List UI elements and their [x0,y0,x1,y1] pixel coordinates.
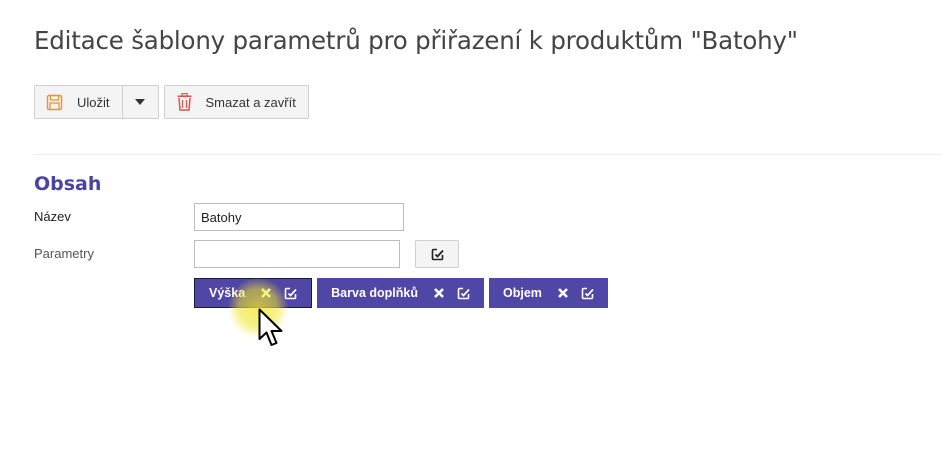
section-title: Obsah [34,173,102,195]
trash-icon [177,93,192,111]
close-icon[interactable] [434,288,444,298]
caret-down-icon [135,99,146,105]
name-input[interactable] [194,203,404,231]
floppy-disk-icon [46,94,63,111]
edit-icon[interactable] [284,287,297,300]
parameters-input[interactable] [194,240,400,268]
close-icon[interactable] [557,288,568,298]
page-title: Editace šablony parametrů pro přiřazení … [34,26,798,55]
edit-icon [431,248,444,261]
tag-label: Výška [209,286,246,300]
parameter-tag-vyska[interactable]: Výška [194,278,313,308]
close-icon[interactable] [261,288,272,298]
tag-label: Objem [502,286,542,300]
edit-parameters-button[interactable] [415,240,459,268]
parameters-label: Parametry [34,246,94,261]
parameter-tag-barva-doplnku[interactable]: Barva doplňků [317,278,484,308]
save-options-dropdown[interactable] [122,86,158,118]
name-label: Název [34,209,71,224]
save-button-label: Uložit [77,94,110,110]
toolbar: Uložit Smazat a zavřít [34,85,309,119]
delete-and-close-button[interactable]: Smazat a zavřít [163,85,309,119]
divider [34,154,942,155]
edit-icon[interactable] [581,287,594,300]
parameter-tag-objem[interactable]: Objem [488,278,608,308]
delete-button-label: Smazat a zavřít [205,94,296,110]
edit-icon[interactable] [457,287,470,300]
tag-label: Barva doplňků [331,286,418,300]
save-button[interactable]: Uložit [35,86,123,118]
parameter-tags: Výška Barva doplňků Objem [194,278,613,308]
mouse-pointer-icon [258,308,286,353]
save-button-group: Uložit [34,85,159,119]
